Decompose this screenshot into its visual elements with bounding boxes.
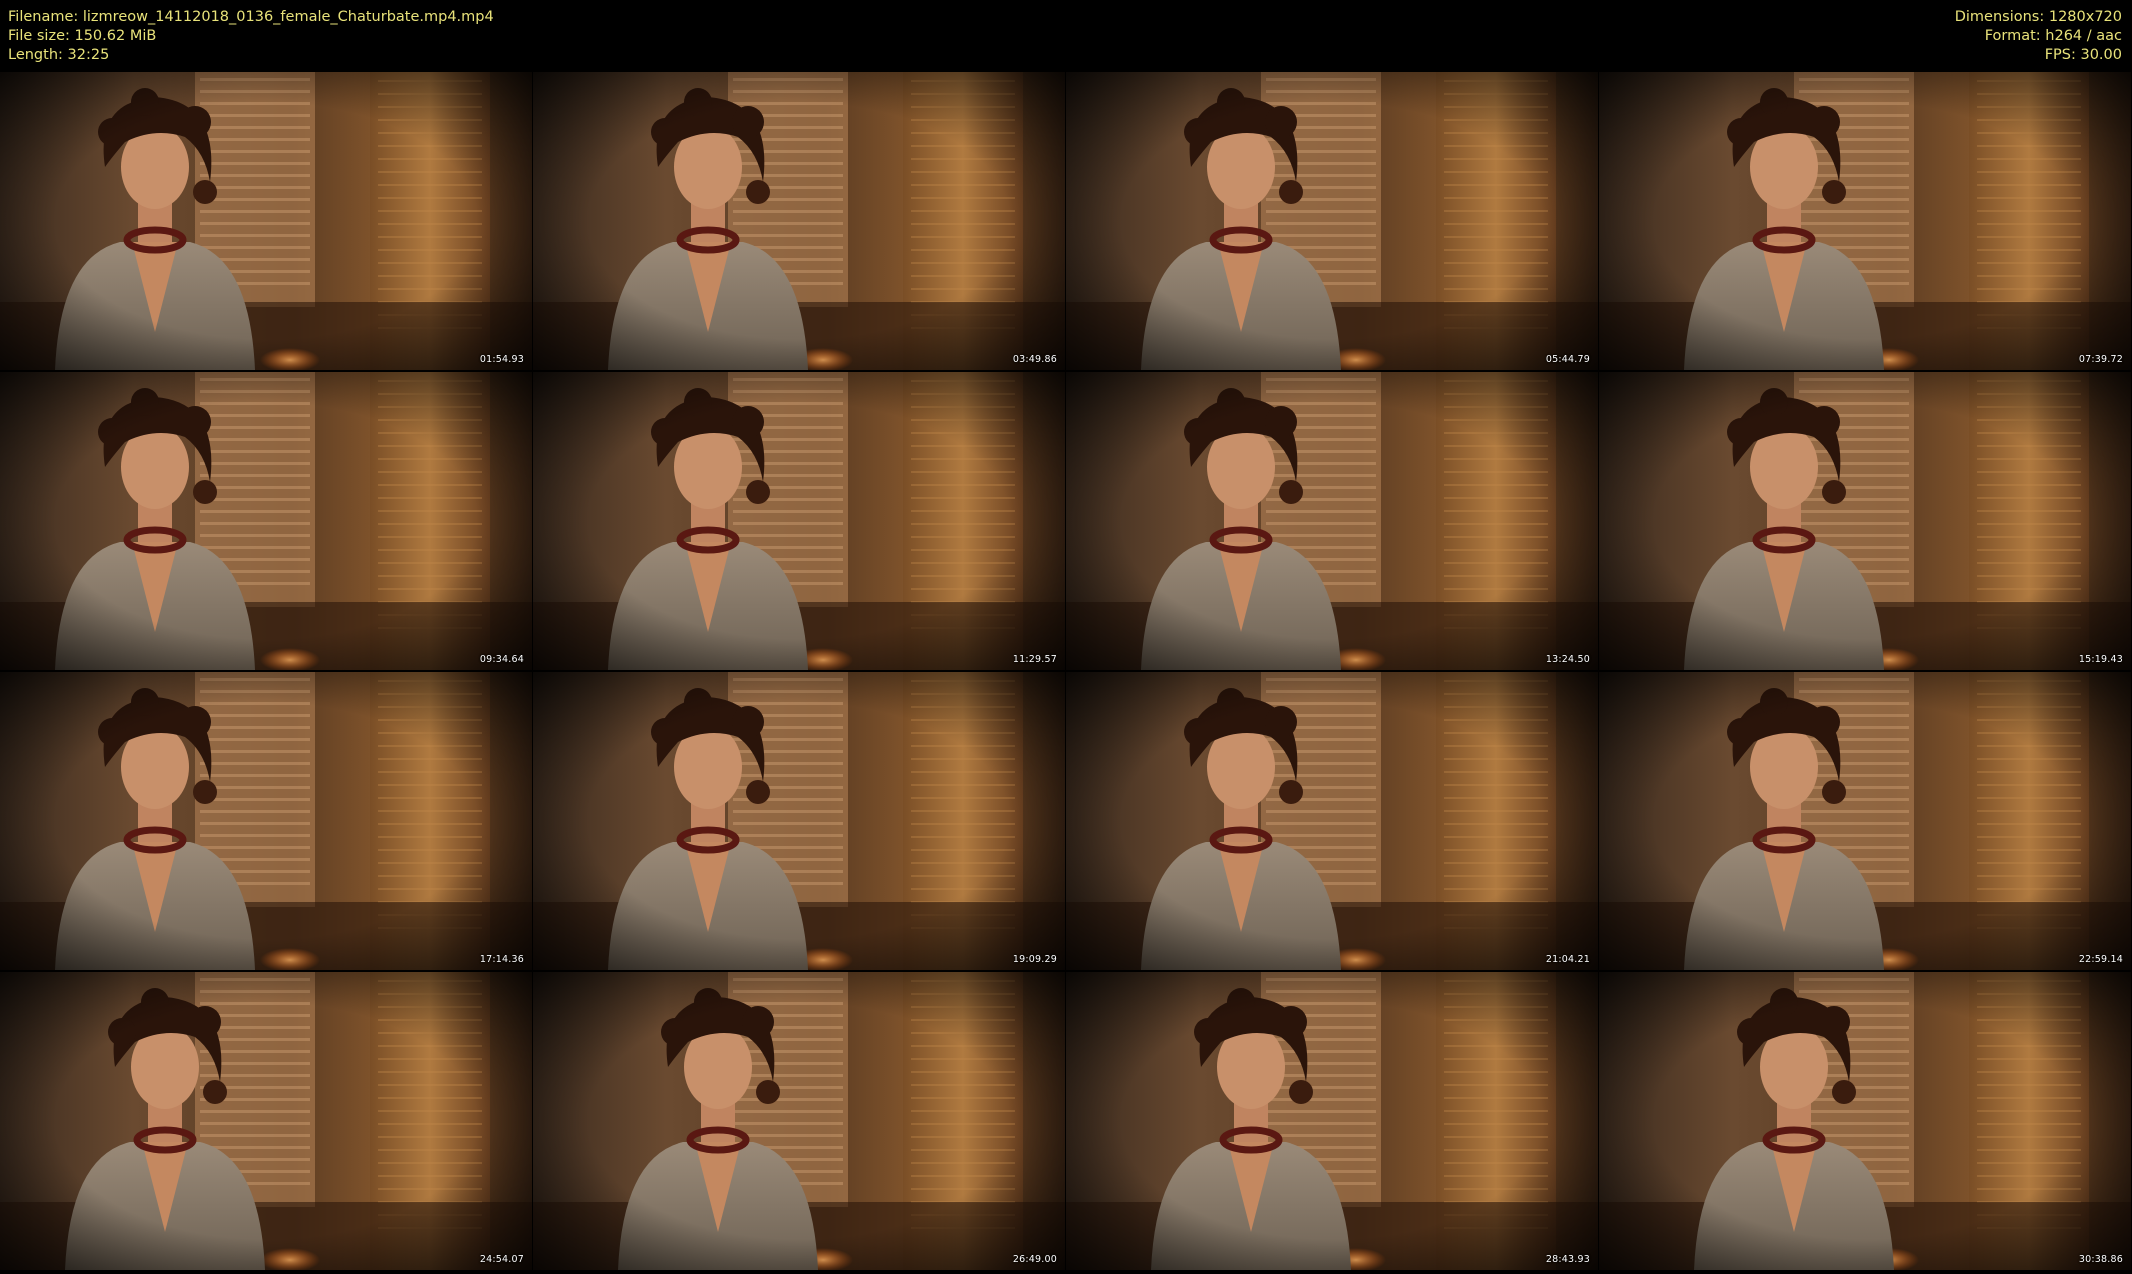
thumbnail-frame-image <box>0 372 532 670</box>
video-thumbnail: 09:34.64 <box>0 372 532 670</box>
video-thumbnail: 05:44.79 <box>1066 72 1598 370</box>
thumbnail-frame-image <box>0 972 532 1270</box>
thumbnail-timestamp: 07:39.72 <box>2078 354 2123 365</box>
video-thumbnail: 11:29.57 <box>533 372 1065 670</box>
thumbnail-frame-image <box>1066 372 1598 670</box>
thumbnail-frame-image <box>1599 372 2131 670</box>
video-thumbnail: 03:49.86 <box>533 72 1065 370</box>
thumbnail-timestamp: 11:29.57 <box>1012 654 1057 665</box>
thumbnail-timestamp: 05:44.79 <box>1545 354 1590 365</box>
thumbnail-frame-image <box>1599 972 2131 1270</box>
thumbnail-timestamp: 30:38.86 <box>2078 1254 2123 1265</box>
thumbnail-frame-image <box>533 372 1065 670</box>
thumbnail-frame-image <box>1066 972 1598 1270</box>
video-thumbnail: 30:38.86 <box>1599 972 2131 1270</box>
thumbnail-frame-image <box>0 672 532 970</box>
thumbnail-timestamp: 15:19.43 <box>2078 654 2123 665</box>
filesize-label: File size: 150.62 MiB <box>8 28 157 44</box>
thumbnail-frame-image <box>533 72 1065 370</box>
thumbnail-frame-image <box>1066 672 1598 970</box>
fps-label: FPS: 30.00 <box>2044 47 2122 63</box>
thumbnail-frame-image <box>0 72 532 370</box>
video-thumbnail: 21:04.21 <box>1066 672 1598 970</box>
file-info-block: Filename: lizmreow_14112018_0136_female_… <box>8 8 494 65</box>
thumbnail-frame-image <box>1599 72 2131 370</box>
video-thumbnail: 01:54.93 <box>0 72 532 370</box>
video-thumbnail: 13:24.50 <box>1066 372 1598 670</box>
thumbnail-timestamp: 03:49.86 <box>1012 354 1057 365</box>
thumbnail-frame-image <box>1066 72 1598 370</box>
video-info-block: Dimensions: 1280x720 Format: h264 / aac … <box>1955 8 2122 65</box>
thumbnail-timestamp: 17:14.36 <box>479 954 524 965</box>
thumbnail-timestamp: 22:59.14 <box>2078 954 2123 965</box>
header-bar: Filename: lizmreow_14112018_0136_female_… <box>0 0 2132 72</box>
thumbnail-timestamp: 19:09.29 <box>1012 954 1057 965</box>
format-label: Format: h264 / aac <box>1984 28 2122 44</box>
thumbnail-timestamp: 28:43.93 <box>1545 1254 1590 1265</box>
video-thumbnail: 24:54.07 <box>0 972 532 1270</box>
thumbnail-timestamp: 21:04.21 <box>1545 954 1590 965</box>
thumbnail-frame-image <box>533 672 1065 970</box>
thumbnail-timestamp: 09:34.64 <box>479 654 524 665</box>
thumbnail-timestamp: 26:49.00 <box>1012 1254 1057 1265</box>
thumbnail-timestamp: 24:54.07 <box>479 1254 524 1265</box>
filename-label: Filename: lizmreow_14112018_0136_female_… <box>8 9 494 25</box>
thumbnail-timestamp: 01:54.93 <box>479 354 524 365</box>
video-thumbnail: 15:19.43 <box>1599 372 2131 670</box>
video-thumbnail: 22:59.14 <box>1599 672 2131 970</box>
video-thumbnail: 07:39.72 <box>1599 72 2131 370</box>
length-label: Length: 32:25 <box>8 47 110 63</box>
video-thumbnail: 28:43.93 <box>1066 972 1598 1270</box>
thumbnail-timestamp: 13:24.50 <box>1545 654 1590 665</box>
thumbnail-frame-image <box>533 972 1065 1270</box>
video-thumbnail: 26:49.00 <box>533 972 1065 1270</box>
dimensions-label: Dimensions: 1280x720 <box>1954 9 2122 25</box>
video-thumbnail: 19:09.29 <box>533 672 1065 970</box>
thumbnail-frame-image <box>1599 672 2131 970</box>
video-thumbnail: 17:14.36 <box>0 672 532 970</box>
thumbnail-grid: 01:54.93 03:49.86 05:44.79 07:39.72 09:3… <box>0 72 2132 1274</box>
